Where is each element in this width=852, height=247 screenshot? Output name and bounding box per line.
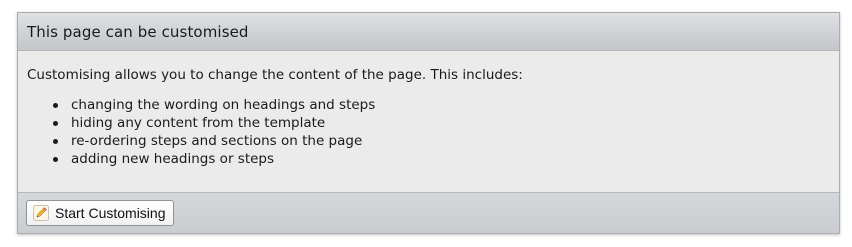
list-item-label: changing the wording on headings and ste…: [71, 97, 376, 113]
list-item: hiding any content from the template: [53, 114, 830, 132]
list-item: adding new headings or steps: [53, 150, 830, 168]
panel-header: This page can be customised: [18, 13, 839, 51]
list-item: changing the wording on headings and ste…: [53, 96, 830, 114]
bullet-icon: [53, 121, 58, 126]
panel-title: This page can be customised: [27, 22, 249, 41]
customise-panel: This page can be customised Customising …: [17, 12, 840, 234]
start-customising-label: Start Customising: [55, 205, 166, 221]
bullet-icon: [53, 139, 58, 144]
bullet-icon: [53, 103, 58, 108]
panel-intro: Customising allows you to change the con…: [27, 67, 523, 83]
customise-options-list: changing the wording on headings and ste…: [27, 96, 830, 168]
list-item: re-ordering steps and sections on the pa…: [53, 132, 830, 150]
list-item-label: re-ordering steps and sections on the pa…: [71, 133, 363, 149]
start-customising-button[interactable]: Start Customising: [26, 200, 175, 226]
panel-footer: Start Customising: [18, 192, 839, 233]
panel-body: Customising allows you to change the con…: [18, 51, 839, 192]
bullet-icon: [53, 157, 58, 162]
list-item-label: adding new headings or steps: [71, 151, 275, 167]
pencil-icon: [33, 205, 49, 221]
list-item-label: hiding any content from the template: [71, 115, 326, 131]
